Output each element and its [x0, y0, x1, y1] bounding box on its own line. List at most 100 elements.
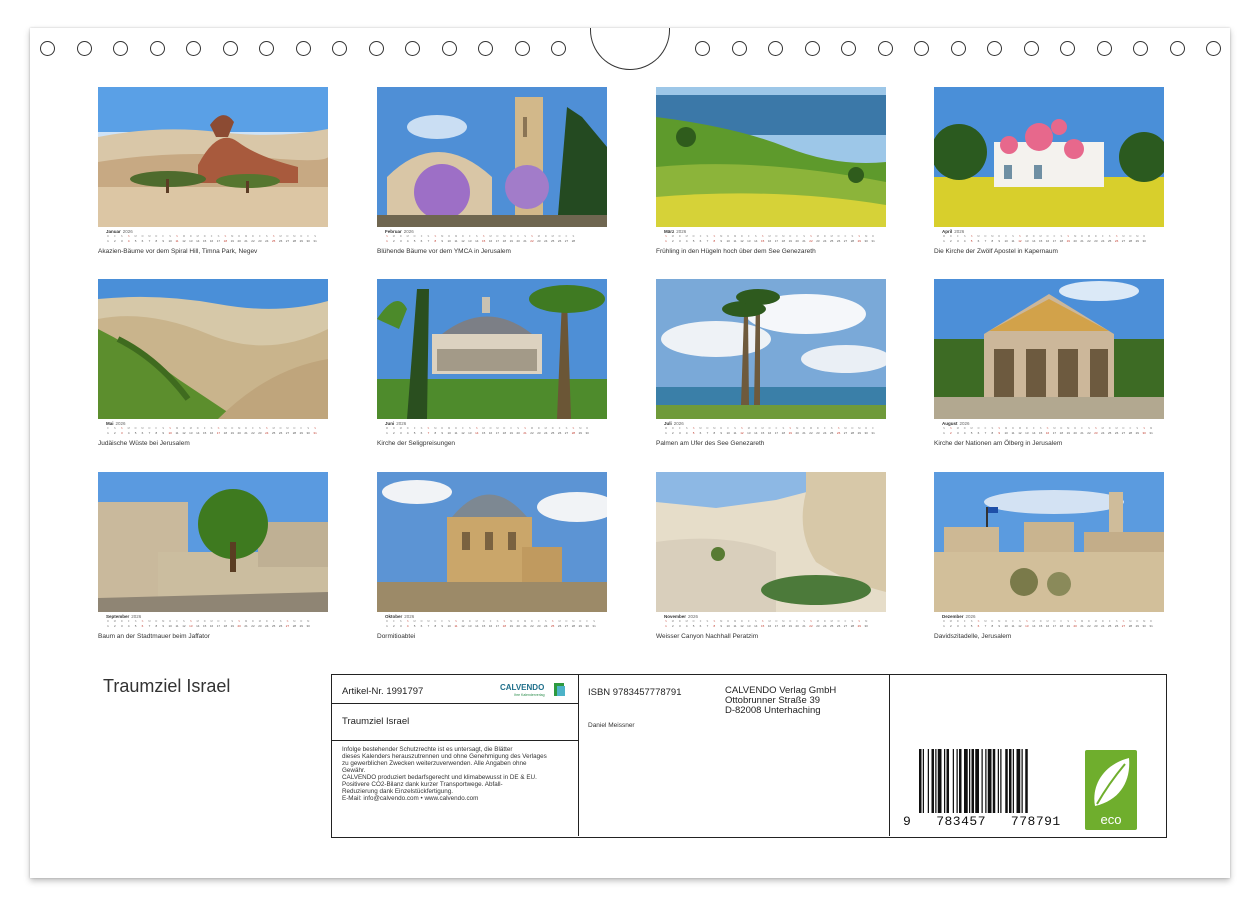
- month-name-text: Juli: [664, 421, 672, 426]
- day-cell: S 28: [571, 427, 576, 435]
- day-strip: D 1 F 2 S 3 S 4 M 5 D 6 M 7 D 8 F 9 S 10 S 11 M 12 D 13 M 14 D 15 F 16 S…: [106, 235, 320, 244]
- month-name-text: April: [942, 229, 953, 234]
- day-cell: S6: [141, 620, 144, 628]
- day-cell: D 10: [168, 620, 172, 628]
- day-cell: M9: [441, 235, 444, 243]
- day-cell: D 24: [1101, 620, 1105, 628]
- day-cell: F 25: [1108, 620, 1112, 628]
- day-cell: M 26: [557, 620, 562, 628]
- day-cell: D 25: [1108, 427, 1112, 435]
- day-cell: D 19: [509, 235, 513, 243]
- day-cell: S 13: [1025, 620, 1029, 628]
- day-cell: S 17: [495, 620, 500, 628]
- day-cell: M 30: [864, 620, 868, 628]
- binding-hole: [332, 41, 347, 56]
- day-cell: D 17: [1052, 620, 1057, 628]
- eco-label: eco: [1101, 812, 1122, 827]
- day-cell: M 31: [1149, 427, 1153, 435]
- binding-hole: [405, 41, 420, 56]
- day-cell: D 15: [202, 620, 207, 628]
- day-cell: M1: [942, 235, 946, 243]
- day-cell: M 12: [461, 620, 465, 628]
- day-cell: M 14: [475, 620, 479, 628]
- day-cell: D 24: [823, 235, 827, 243]
- day-cell: S6: [977, 620, 980, 628]
- day-cell: S 17: [216, 427, 221, 435]
- article-row: Artikel-Nr. 1991797 CALVENDO Ihre Kalend…: [332, 675, 578, 704]
- day-cell: M3: [399, 427, 402, 435]
- legal-text: Infolge bestehender Schutzrechte ist es …: [342, 746, 547, 802]
- day-cell: D 10: [726, 235, 730, 243]
- day-cell: D7: [148, 427, 151, 435]
- day-cell: F 23: [258, 235, 262, 243]
- day-cell: M 25: [830, 620, 834, 628]
- day-cell: D 11: [454, 427, 458, 435]
- day-cell: M8: [991, 235, 994, 243]
- day-cell: D 29: [1135, 620, 1139, 628]
- month-year: 2026: [688, 614, 699, 619]
- day-cell: M 11: [454, 235, 458, 243]
- day-cell: D 29: [299, 620, 303, 628]
- day-cell: D9: [998, 235, 1001, 243]
- day-cell: S 19: [1066, 620, 1070, 628]
- day-cell: S2: [950, 427, 952, 435]
- day-cell: M 16: [767, 235, 772, 243]
- day-cell: S9: [162, 427, 165, 435]
- month-photo: [656, 472, 886, 612]
- day-cell: M 12: [1018, 427, 1022, 435]
- day-strip: M 1 D 2 F 3 S 4 S 5 M 6 D 7 M 8 D 9 F 10 S 11 S 12 M 13 D 14 M 15 D 16 F…: [942, 235, 1156, 244]
- day-cell: F4: [963, 620, 966, 628]
- day-cell: D 12: [461, 235, 465, 243]
- binding-hole: [76, 41, 92, 56]
- day-cell: S 30: [306, 427, 310, 435]
- day-cell: D 17: [216, 620, 221, 628]
- day-cell: D 21: [244, 427, 248, 435]
- day-cell: S 12: [182, 620, 186, 628]
- day-cell: S 18: [223, 235, 228, 243]
- month-name-text: August: [942, 421, 958, 426]
- day-cell: F8: [155, 427, 158, 435]
- day-cell: S 23: [1094, 427, 1098, 435]
- day-cell: M 18: [781, 620, 786, 628]
- day-cell: M 14: [196, 620, 200, 628]
- day-cell: F7: [984, 427, 987, 435]
- month-name: Januar 2026: [106, 229, 133, 234]
- binding-hole: [1060, 41, 1075, 56]
- day-cell: S1: [665, 620, 667, 628]
- day-cell: F2: [114, 235, 116, 243]
- day-cell: D 13: [189, 235, 193, 243]
- day-cell: D8: [991, 620, 994, 628]
- day-cell: D 10: [1004, 620, 1008, 628]
- day-cell: M9: [998, 620, 1001, 628]
- day-cell: M2: [671, 620, 674, 628]
- binding-hole: [987, 41, 1002, 56]
- month-name-text: November: [664, 614, 687, 619]
- day-cell: S 20: [237, 620, 241, 628]
- day-cell: D 15: [202, 235, 207, 243]
- info-left-column: Artikel-Nr. 1991797 CALVENDO Ihre Kalend…: [332, 675, 579, 836]
- binding-hole: [113, 41, 128, 56]
- day-cell: S 26: [1114, 620, 1119, 628]
- day-cell: D 26: [836, 620, 841, 628]
- day-cell: M 28: [571, 620, 576, 628]
- day-cell: S2: [114, 427, 116, 435]
- day-cell: S 18: [1059, 235, 1064, 243]
- binding-hole: [514, 41, 530, 56]
- day-cell: D3: [120, 620, 123, 628]
- day-cell: M 17: [1052, 427, 1057, 435]
- day-cell: S 31: [592, 620, 596, 628]
- month-thumbnail: August 2026 S 1 S 2 M 3 D 4 M 5 D 6 F 7 S 8 S 9 M 10 D 11 M 12 D 13…: [934, 279, 1164, 454]
- day-cell: S 21: [802, 620, 806, 628]
- day-cell: D2: [392, 427, 395, 435]
- day-cell: F 16: [488, 620, 493, 628]
- month-thumbnail: Juni 2026 M 1 D 2 M 3 D 4 F 5 S 6 S 7 M 8 D 9 M 10 D 11 F 12 S 13 S 1…: [377, 279, 607, 454]
- day-cell: S 20: [516, 427, 520, 435]
- day-cell: M 13: [1025, 235, 1029, 243]
- day-cell: M 26: [1114, 427, 1119, 435]
- binding-hole: [149, 41, 165, 56]
- day-cell: D 10: [726, 620, 730, 628]
- day-strip: S 1 M 2 D 3 M 4 D 5 F 6 S 7 S 8 M 9 D 10 M 11 D 12 F 13 S 14 S 15 M 16 D…: [664, 235, 878, 244]
- day-cell: S 14: [475, 235, 479, 243]
- day-cell: M 14: [1032, 620, 1036, 628]
- day-cell: F 20: [516, 235, 520, 243]
